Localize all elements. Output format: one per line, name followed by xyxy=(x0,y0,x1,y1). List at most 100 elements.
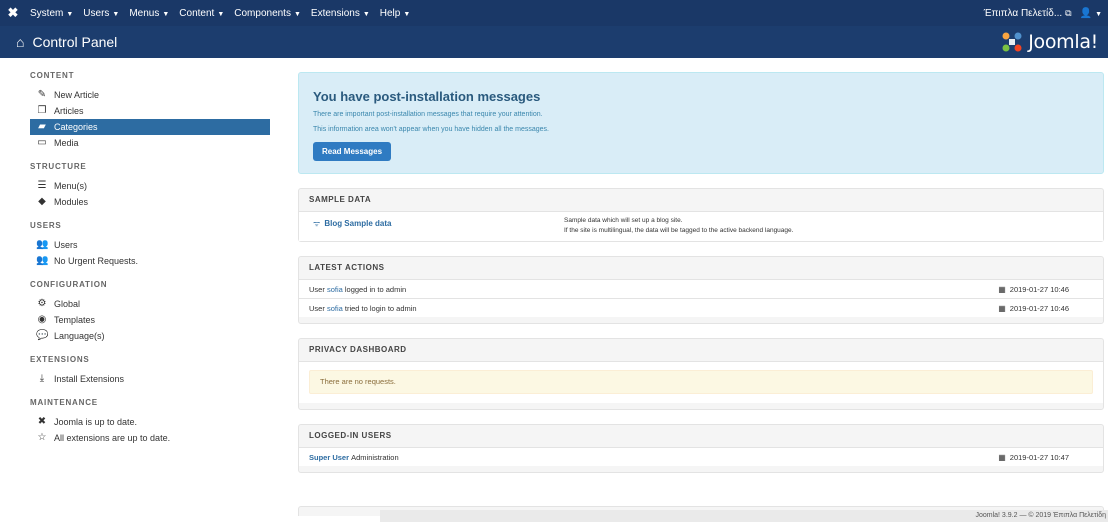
sidebar-section: ⤓ Install Extensions xyxy=(30,371,270,387)
external-link-icon[interactable]: ⧉ xyxy=(1065,8,1071,19)
login-date: ▦ 2019-01-27 10:47 xyxy=(998,448,1069,467)
pencil-icon: ✎ xyxy=(37,89,47,100)
sidebar-item-install-extensions[interactable]: ⤓ Install Extensions xyxy=(30,371,270,387)
menu-extensions[interactable]: Extensions ▼ xyxy=(311,8,370,19)
sidebar-section: 👥 Users 👥 No Urgent Requests. xyxy=(30,237,270,269)
sidebar-item-label: All extensions are up to date. xyxy=(54,433,171,443)
menu-components[interactable]: Components ▼ xyxy=(234,8,301,19)
chevron-down-icon: ▼ xyxy=(112,10,120,18)
main-menu: System ▼ Users ▼ Menus ▼ Content ▼ Component… xyxy=(30,8,420,19)
user-link[interactable]: sofia xyxy=(327,285,343,294)
sidebar-item-templates[interactable]: ◉ Templates xyxy=(30,312,270,328)
sidebar-item-requests[interactable]: 👥 No Urgent Requests. xyxy=(30,253,270,269)
sidebar-section-title: CONFIGURATION xyxy=(30,280,108,289)
user-link[interactable]: Super User xyxy=(309,453,349,462)
sidebar-item-label: Install Extensions xyxy=(54,374,125,384)
sidebar-item-label: Joomla is up to date. xyxy=(54,417,138,427)
sidebar-section-title: MAINTENANCE xyxy=(30,398,98,407)
alert-title: You have post-installation messages xyxy=(313,89,541,104)
sidebar-item-label: Modules xyxy=(54,197,89,207)
site-link[interactable]: Έπιπλα Πελετίδ... xyxy=(984,8,1062,19)
sidebar-item-label: Global xyxy=(54,299,81,309)
chevron-down-icon: ▼ xyxy=(1095,10,1102,18)
sidebar-item-media[interactable]: ▭ Media xyxy=(30,135,270,151)
calendar-icon: ▦ xyxy=(998,304,1006,313)
menu-system[interactable]: System ▼ xyxy=(30,8,73,19)
sidebar-item-languages[interactable]: 💬 Language(s) xyxy=(30,328,270,344)
wifi-icon: ᯤ xyxy=(313,219,321,228)
action-text: tried to login to admin xyxy=(344,303,417,313)
user-link[interactable]: sofia xyxy=(327,304,343,313)
table-row: User sofia logged in to admin ▦ 2019-01-2… xyxy=(299,279,1103,298)
panel-heading: SAMPLE DATA xyxy=(309,195,372,204)
page-header: ⌂ Control Panel Joomla! xyxy=(0,26,1108,58)
alert-line-2: This information area won't appear when … xyxy=(313,126,549,133)
sidebar-item-label: Media xyxy=(54,138,79,148)
sidebar-item-users[interactable]: 👥 Users xyxy=(30,237,270,253)
menu-label: Users xyxy=(83,7,110,19)
panel-footer xyxy=(299,317,1103,323)
sidebar-item-menus[interactable]: ☰ Menu(s) xyxy=(30,178,270,194)
sidebar-item-extensions-update[interactable]: ☆ All extensions are up to date. xyxy=(30,430,270,446)
sidebar-section-title: CONTENT xyxy=(30,71,75,80)
sidebar-item-label: Categories xyxy=(54,122,98,132)
sample-desc-line-2: If the site is multilingual, the data wi… xyxy=(564,227,794,234)
sidebar-item-joomla-update[interactable]: ✖ Joomla is up to date. xyxy=(30,414,270,430)
no-requests-message: There are no requests. xyxy=(309,370,1093,394)
sidebar-section: ✖ Joomla is up to date. ☆ All extensions a… xyxy=(30,414,270,446)
user-icon: 👤 xyxy=(1079,7,1093,19)
sidebar-section-title: EXTENSIONS xyxy=(30,355,90,364)
chevron-down-icon: ▼ xyxy=(217,10,225,18)
date-text: 2019-01-27 10:46 xyxy=(1009,304,1069,313)
privacy-body: There are no requests. xyxy=(299,361,1103,403)
menu-menus[interactable]: Menus ▼ xyxy=(129,8,169,19)
sample-data-row: ᯤ Blog Sample data Sample data which will… xyxy=(299,211,1103,241)
post-install-alert: You have post-installation messages Ther… xyxy=(298,72,1104,174)
chevron-down-icon: ▼ xyxy=(66,10,74,18)
image-icon: ▭ xyxy=(37,137,47,148)
sidebar-item-label: Templates xyxy=(54,315,96,325)
joomla-icon: ✖ xyxy=(37,416,47,427)
comments-icon: 💬 xyxy=(36,330,49,341)
calendar-icon: ▦ xyxy=(998,285,1006,294)
sidebar-section: ⚙ Global ◉ Templates 💬 Language(s) xyxy=(30,296,270,344)
menu-help[interactable]: Help ▼ xyxy=(380,8,411,19)
joomla-brand-icon xyxy=(1002,32,1022,52)
menu-label: Extensions xyxy=(310,7,360,19)
action-date: ▦ 2019-01-27 10:46 xyxy=(998,280,1069,299)
user-menu[interactable]: 👤 ▼ xyxy=(1080,8,1102,19)
panel-heading: LATEST ACTIONS xyxy=(309,263,385,272)
user-role: Administration xyxy=(351,452,399,462)
chevron-down-icon: ▼ xyxy=(362,10,370,18)
menu-content[interactable]: Content ▼ xyxy=(179,8,224,19)
action-date: ▦ 2019-01-27 10:46 xyxy=(998,299,1069,318)
alert-line-1: There are important post-installation me… xyxy=(313,111,543,118)
sidebar-item-label: No Urgent Requests. xyxy=(54,256,139,266)
menu-users[interactable]: Users ▼ xyxy=(83,8,119,19)
table-row: Super User Administration ▦ 2019-01-27 10… xyxy=(299,447,1103,466)
sidebar-item-new-article[interactable]: ✎ New Article xyxy=(30,87,270,103)
sidebar-item-global[interactable]: ⚙ Global xyxy=(30,296,270,312)
sidebar-item-modules[interactable]: ◆ Modules xyxy=(30,194,270,210)
list-icon: ☰ xyxy=(37,180,47,191)
main-content: You have post-installation messages Ther… xyxy=(298,72,1104,473)
logged-in-users-panel: LOGGED-IN USERS Super User Administratio… xyxy=(298,424,1104,473)
table-row: User sofia tried to login to admin ▦ 2019… xyxy=(299,298,1103,317)
sidebar-section-title: STRUCTURE xyxy=(30,162,87,171)
joomla-logo-icon[interactable]: ✖ xyxy=(6,6,20,20)
cube-icon: ◆ xyxy=(38,196,46,207)
sidebar-section: ✎ New Article ❐ Articles ▰ Categories ▭ Medi… xyxy=(30,87,270,151)
sidebar-item-categories[interactable]: ▰ Categories xyxy=(30,119,270,135)
menu-label: Content xyxy=(179,7,215,19)
sample-data-panel: SAMPLE DATA ᯤ Blog Sample data Sample dat… xyxy=(298,188,1104,242)
action-prefix: User xyxy=(309,284,325,294)
star-icon: ☆ xyxy=(37,432,47,443)
folder-icon: ▰ xyxy=(38,121,46,132)
blog-sample-data-link[interactable]: ᯤ Blog Sample data xyxy=(313,218,391,229)
chevron-down-icon: ▼ xyxy=(162,10,170,18)
sidebar-item-label: Menu(s) xyxy=(54,181,88,191)
sidebar-item-label: New Article xyxy=(54,90,100,100)
sidebar-item-articles[interactable]: ❐ Articles xyxy=(30,103,270,119)
sidebar-item-label: Articles xyxy=(54,106,84,116)
read-messages-button[interactable]: Read Messages xyxy=(313,142,392,161)
